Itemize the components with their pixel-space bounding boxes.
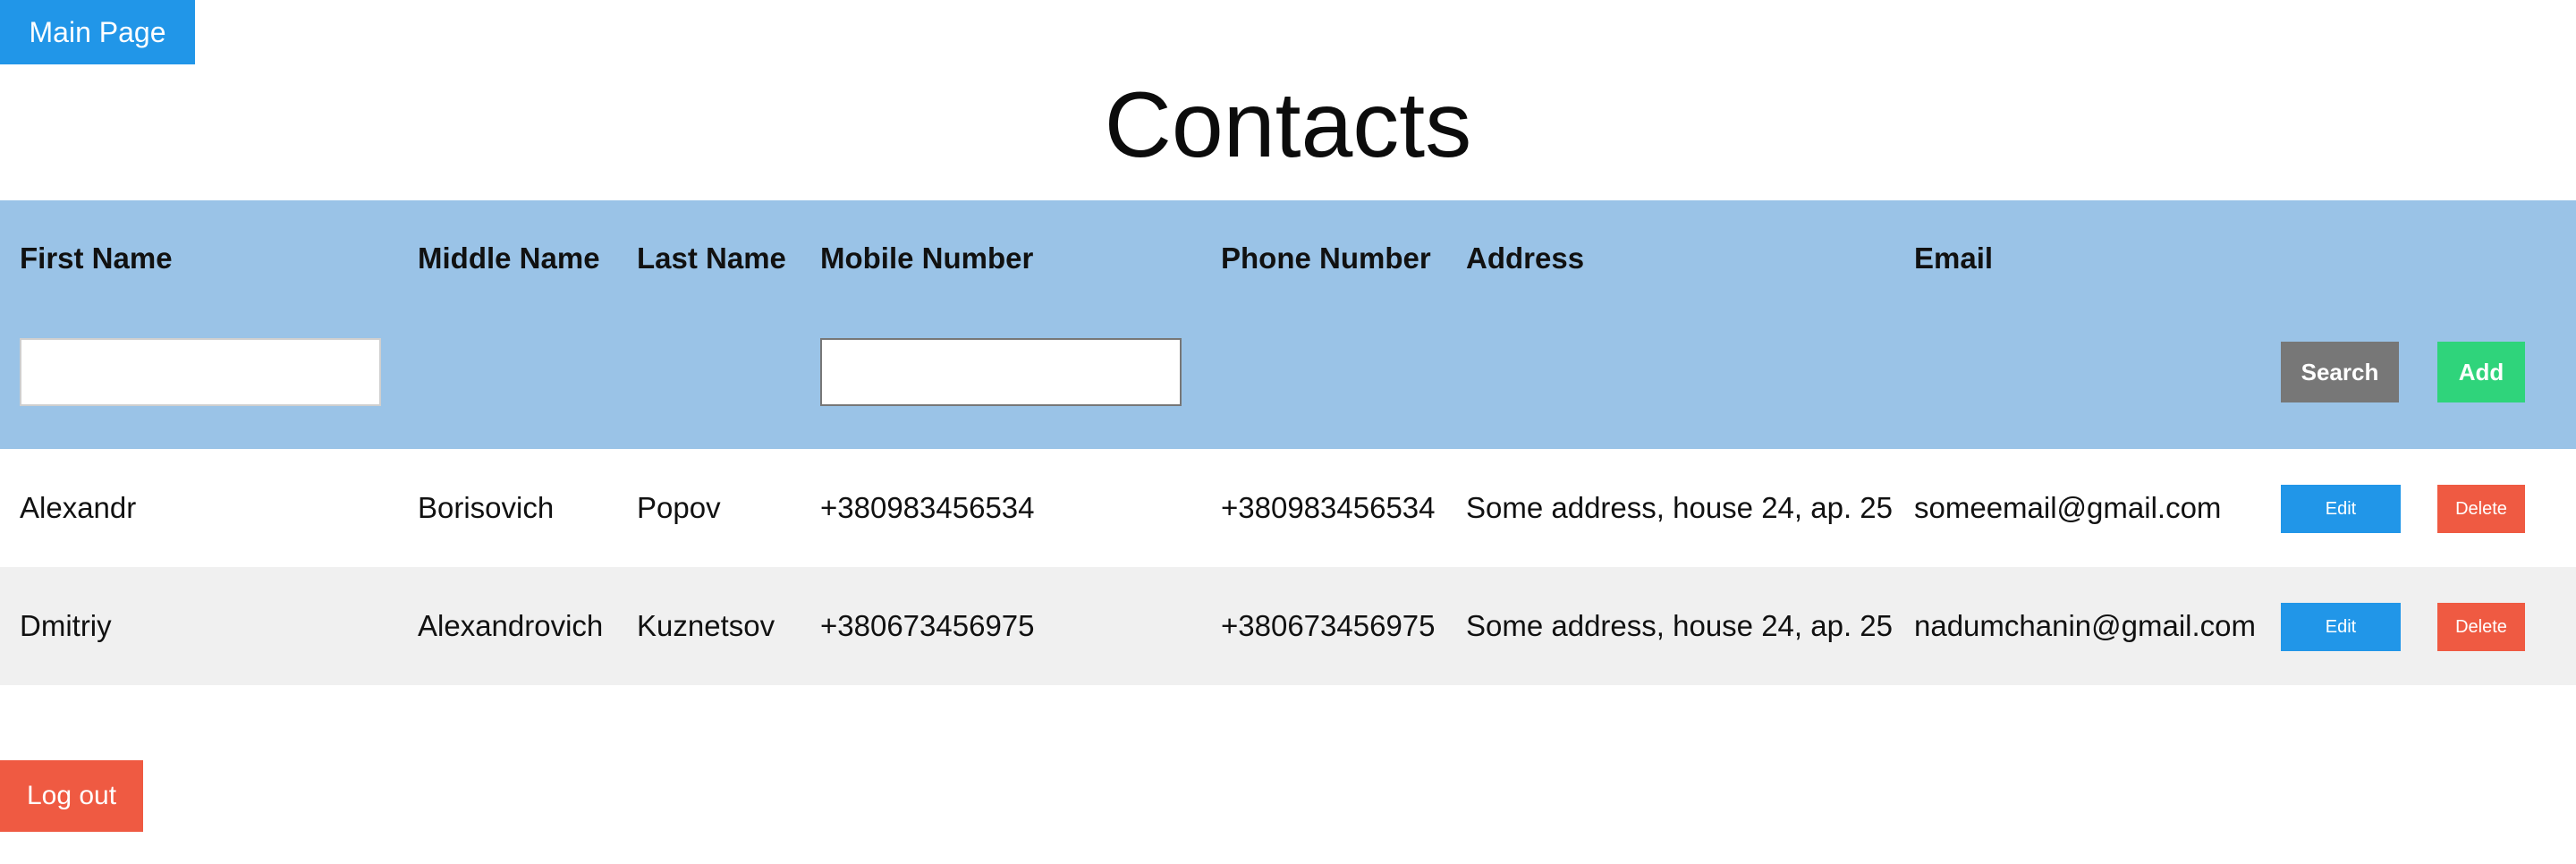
- table-filter-row: Search Add: [0, 317, 2576, 449]
- header-phone-number: Phone Number: [1221, 241, 1431, 275]
- contacts-table: First Name Middle Name Last Name Mobile …: [0, 200, 2576, 685]
- cell-phone-number: +380673456975: [1221, 609, 1436, 642]
- filter-cell-empty: [617, 317, 801, 449]
- contacts-table-container: First Name Middle Name Last Name Mobile …: [0, 200, 2576, 685]
- header-first-name: First Name: [20, 241, 173, 275]
- header-email: Email: [1914, 241, 1994, 275]
- filter-cell-search: Search: [2261, 317, 2418, 449]
- filter-cell-empty: [1894, 317, 2261, 449]
- filter-cell-empty: [1201, 317, 1446, 449]
- cell-phone-number: +380983456534: [1221, 491, 1436, 524]
- add-button[interactable]: Add: [2437, 342, 2525, 402]
- filter-cell-empty: [1446, 317, 1894, 449]
- table-row: Dmitriy Alexandrovich Kuznetsov +3806734…: [0, 567, 2576, 685]
- first-name-filter-input[interactable]: [20, 338, 381, 406]
- cell-delete: Delete: [2418, 449, 2576, 567]
- cell-address: Some address, house 24, ap. 25: [1466, 609, 1893, 642]
- page-title: Contacts: [1104, 73, 1472, 177]
- mobile-number-filter-input[interactable]: [820, 338, 1182, 406]
- cell-last-name: Kuznetsov: [637, 609, 775, 642]
- header-address: Address: [1466, 241, 1585, 275]
- filter-cell-mobile-number: [801, 317, 1201, 449]
- header-empty-2: [2418, 200, 2576, 317]
- cell-delete: Delete: [2418, 567, 2576, 685]
- cell-edit: Edit: [2261, 567, 2418, 685]
- table-header-row: First Name Middle Name Last Name Mobile …: [0, 200, 2576, 317]
- header-mobile-number: Mobile Number: [820, 241, 1034, 275]
- edit-button[interactable]: Edit: [2281, 485, 2401, 533]
- delete-button[interactable]: Delete: [2437, 603, 2525, 651]
- cell-last-name: Popov: [637, 491, 721, 524]
- cell-middle-name: Alexandrovich: [418, 609, 604, 642]
- header-last-name: Last Name: [637, 241, 786, 275]
- filter-cell-add: Add: [2418, 317, 2576, 449]
- cell-mobile-number: +380983456534: [820, 491, 1035, 524]
- cell-email: someemail@gmail.com: [1914, 491, 2222, 524]
- filter-cell-empty: [398, 317, 617, 449]
- cell-edit: Edit: [2261, 449, 2418, 567]
- edit-button[interactable]: Edit: [2281, 603, 2401, 651]
- cell-email: nadumchanin@gmail.com: [1914, 609, 2257, 642]
- cell-first-name: Dmitriy: [20, 609, 112, 642]
- cell-first-name: Alexandr: [20, 491, 137, 524]
- logout-button[interactable]: Log out: [0, 760, 143, 832]
- header-middle-name: Middle Name: [418, 241, 600, 275]
- filter-cell-first-name: [0, 317, 398, 449]
- cell-middle-name: Borisovich: [418, 491, 555, 524]
- table-row: Alexandr Borisovich Popov +380983456534 …: [0, 449, 2576, 567]
- cell-address: Some address, house 24, ap. 25: [1466, 491, 1893, 524]
- search-button[interactable]: Search: [2281, 342, 2399, 402]
- main-page-button[interactable]: Main Page: [0, 0, 195, 64]
- delete-button[interactable]: Delete: [2437, 485, 2525, 533]
- cell-mobile-number: +380673456975: [820, 609, 1035, 642]
- header-empty-1: [2261, 200, 2418, 317]
